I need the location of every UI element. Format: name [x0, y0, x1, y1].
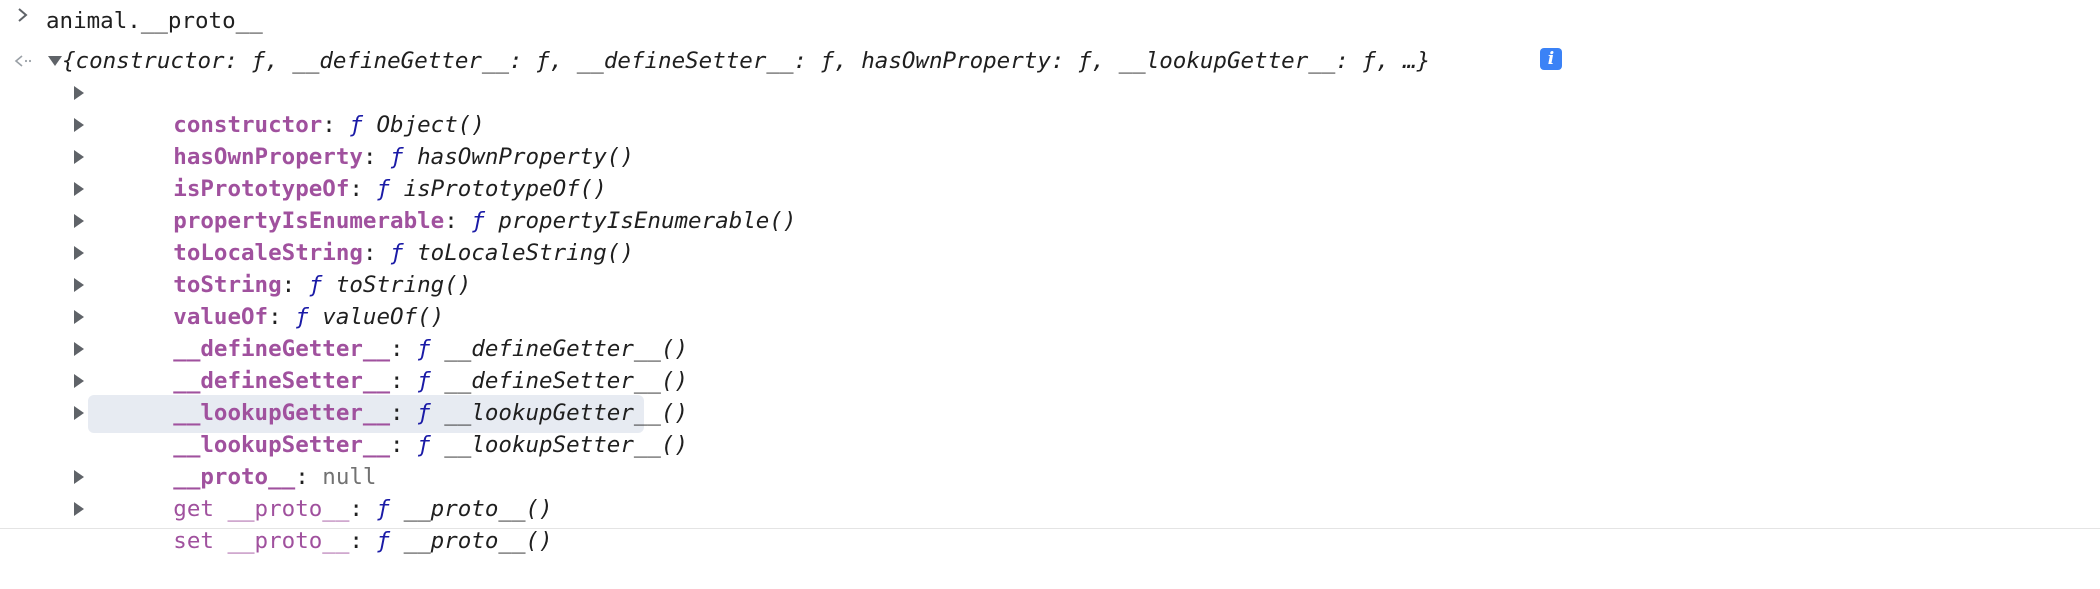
triangle-right-icon[interactable] [74, 118, 84, 132]
triangle-right-icon[interactable] [74, 246, 84, 260]
triangle-right-icon[interactable] [74, 150, 84, 164]
triangle-right-icon[interactable] [74, 502, 84, 516]
triangle-right-icon[interactable] [74, 470, 84, 484]
object-summary[interactable]: {constructor: ƒ, __defineGetter__: ƒ, __… [62, 45, 1430, 77]
triangle-down-icon[interactable] [48, 56, 62, 66]
triangle-right-icon[interactable] [74, 278, 84, 292]
triangle-right-icon[interactable] [74, 214, 84, 228]
console-panel: animal.__proto__ {constructor: ƒ, __defi… [0, 0, 2100, 554]
function-marker: ƒ [417, 432, 431, 458]
chevron-right-icon [18, 8, 28, 22]
triangle-right-icon[interactable] [74, 182, 84, 196]
result-arrow-icon [14, 55, 32, 67]
property-value: __lookupSetter__() [430, 432, 689, 458]
property-separator: : [349, 528, 377, 554]
property-value: __proto__() [390, 528, 553, 554]
triangle-right-icon[interactable] [74, 406, 84, 420]
triangle-right-icon[interactable] [74, 342, 84, 356]
triangle-right-icon[interactable] [74, 86, 84, 100]
accessor-key: set __proto__ [173, 528, 350, 554]
console-input-command[interactable]: animal.__proto__ [46, 5, 263, 37]
info-icon[interactable]: i [1540, 48, 1562, 70]
triangle-right-icon[interactable] [74, 310, 84, 324]
function-marker: ƒ [376, 528, 391, 554]
triangle-right-icon[interactable] [74, 374, 84, 388]
property-separator: : [390, 432, 418, 458]
